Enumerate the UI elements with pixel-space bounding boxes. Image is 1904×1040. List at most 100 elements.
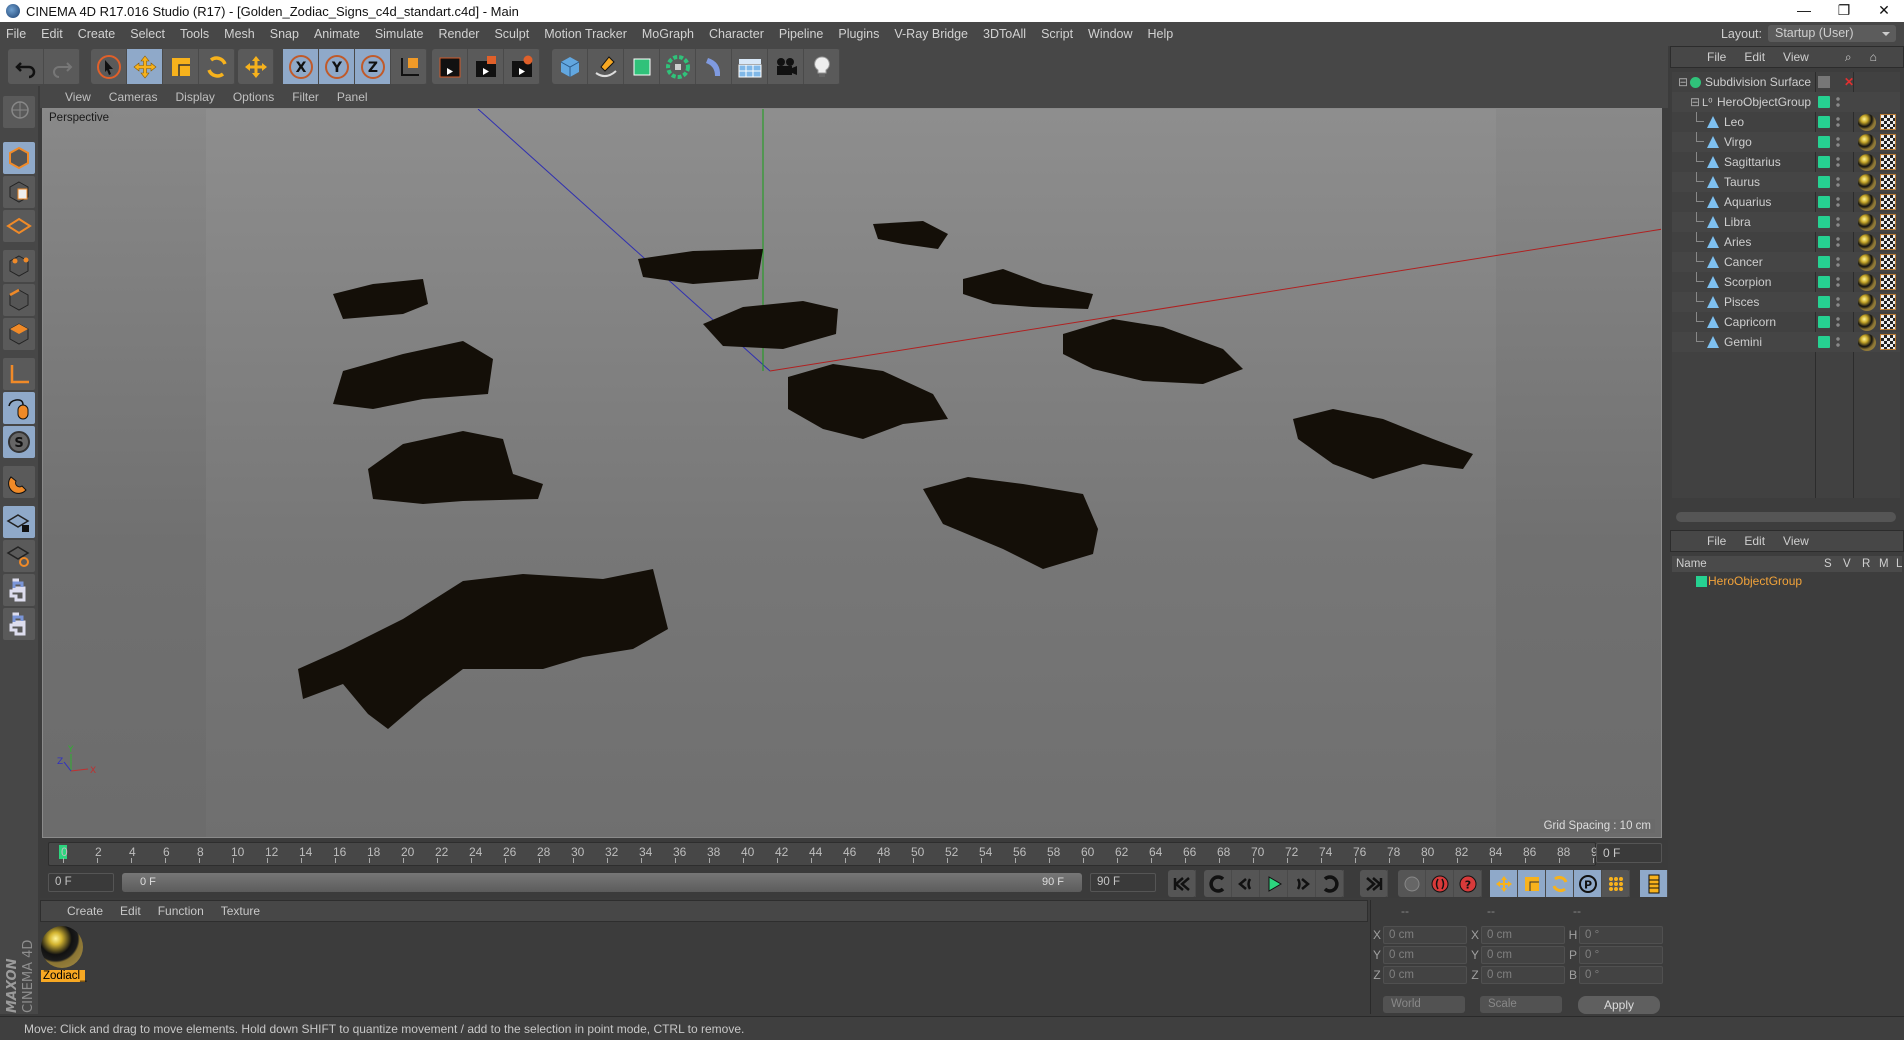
bend-deformer-button[interactable] xyxy=(696,49,732,84)
visibility-toggle[interactable] xyxy=(1818,116,1830,128)
viewport-menu-display[interactable]: Display xyxy=(175,90,214,104)
visibility-toggle[interactable] xyxy=(1818,96,1830,108)
tree-row-gemini[interactable]: Gemini xyxy=(1672,332,1900,352)
layer-color-swatch[interactable] xyxy=(1696,576,1707,587)
uvw-tag-icon[interactable] xyxy=(1880,294,1896,310)
end-frame-field[interactable]: 90 F xyxy=(1090,873,1156,892)
menu-create[interactable]: Create xyxy=(78,27,116,41)
menu-motion-tracker[interactable]: Motion Tracker xyxy=(544,27,627,41)
tree-row-heroobjectgroup[interactable]: ⊟ L⁰ HeroObjectGroup xyxy=(1672,92,1900,112)
undo-button[interactable] xyxy=(8,49,44,84)
uvw-tag-icon[interactable] xyxy=(1880,214,1896,230)
size-x-field[interactable]: 0 cm xyxy=(1481,926,1565,944)
texture-mode-button[interactable] xyxy=(3,176,35,208)
visibility-toggle[interactable] xyxy=(1818,216,1830,228)
material-tag-icon[interactable] xyxy=(1858,273,1876,291)
collapse-icon[interactable]: ⊟ xyxy=(1678,75,1688,89)
menu-animate[interactable]: Animate xyxy=(314,27,360,41)
material-menu-edit[interactable]: Edit xyxy=(120,904,141,918)
menu-simulate[interactable]: Simulate xyxy=(375,27,424,41)
workplane-lock-button[interactable] xyxy=(3,506,35,538)
tree-row-scorpion[interactable]: Scorpion xyxy=(1672,272,1900,292)
viewport-menu-filter[interactable]: Filter xyxy=(292,90,319,104)
cloner-button[interactable] xyxy=(660,49,696,84)
polygons-mode-button[interactable] xyxy=(3,318,35,350)
y-axis-lock-button[interactable]: Y xyxy=(319,49,355,84)
render-view-button[interactable] xyxy=(432,49,468,84)
menu-tools[interactable]: Tools xyxy=(180,27,209,41)
viewport-menu-cameras[interactable]: Cameras xyxy=(109,90,158,104)
restore-button[interactable]: ❐ xyxy=(1824,0,1864,22)
light-button[interactable] xyxy=(804,49,840,84)
col-v[interactable]: V xyxy=(1843,558,1851,570)
material-menu-texture[interactable]: Texture xyxy=(221,904,260,918)
menu-file[interactable]: File xyxy=(6,27,26,41)
uvw-tag-icon[interactable] xyxy=(1880,134,1896,150)
timeline-window-button[interactable] xyxy=(1640,870,1668,897)
material-tag-icon[interactable] xyxy=(1858,173,1876,191)
menu-render[interactable]: Render xyxy=(438,27,479,41)
tree-row-cancer[interactable]: Cancer xyxy=(1672,252,1900,272)
prev-keyframe-button[interactable] xyxy=(1204,870,1232,897)
menu-script[interactable]: Script xyxy=(1041,27,1073,41)
tree-row-aries[interactable]: Aries xyxy=(1672,232,1900,252)
render-settings-button[interactable] xyxy=(504,49,540,84)
edges-mode-button[interactable] xyxy=(3,284,35,316)
uvw-tag-icon[interactable] xyxy=(1880,194,1896,210)
material-tag-icon[interactable] xyxy=(1858,133,1876,151)
home-icon[interactable]: ⌂ xyxy=(1870,50,1877,64)
material-tag-icon[interactable] xyxy=(1858,293,1876,311)
render-dots[interactable] xyxy=(1836,156,1840,168)
menu-pipeline[interactable]: Pipeline xyxy=(779,27,823,41)
visibility-toggle[interactable] xyxy=(1818,336,1830,348)
key-rotation-button[interactable] xyxy=(1546,870,1574,897)
menu-edit[interactable]: Edit xyxy=(41,27,63,41)
python-script-button[interactable] xyxy=(3,574,35,606)
menu-mesh[interactable]: Mesh xyxy=(224,27,255,41)
size-z-field[interactable]: 0 cm xyxy=(1481,966,1565,984)
object-name[interactable]: Scorpion xyxy=(1724,275,1771,289)
col-name[interactable]: Name xyxy=(1676,558,1707,570)
render-dots[interactable] xyxy=(1836,96,1840,108)
camera-button[interactable] xyxy=(768,49,804,84)
visibility-toggle[interactable] xyxy=(1818,156,1830,168)
visibility-toggle[interactable] xyxy=(1818,316,1830,328)
render-dots[interactable] xyxy=(1836,256,1840,268)
record-keys-button[interactable] xyxy=(1398,870,1426,897)
tree-row-sagittarius[interactable]: Sagittarius xyxy=(1672,152,1900,172)
pos-z-field[interactable]: 0 cm xyxy=(1383,966,1467,984)
uvw-tag-icon[interactable] xyxy=(1880,154,1896,170)
tree-row-virgo[interactable]: Virgo xyxy=(1672,132,1900,152)
minimize-button[interactable]: — xyxy=(1784,0,1824,22)
goto-start-button[interactable] xyxy=(1168,870,1196,897)
material-tag-icon[interactable] xyxy=(1858,193,1876,211)
viewport-menu-panel[interactable]: Panel xyxy=(337,90,368,104)
next-frame-button[interactable] xyxy=(1288,870,1316,897)
3d-viewport[interactable]: Y X Z Perspective Grid Spacing : 10 cm xyxy=(42,108,1662,838)
material-tag-icon[interactable] xyxy=(1858,153,1876,171)
points-mode-button[interactable] xyxy=(3,250,35,282)
floor-button[interactable] xyxy=(732,49,768,84)
x-axis-lock-button[interactable]: X xyxy=(283,49,319,84)
object-menu-edit[interactable]: Edit xyxy=(1744,50,1765,64)
rot-h-field[interactable]: 0 ° xyxy=(1579,926,1663,944)
tweak-mode-button[interactable] xyxy=(3,392,35,424)
col-l[interactable]: L xyxy=(1896,558,1902,570)
redo-button[interactable] xyxy=(44,49,80,84)
menu-select[interactable]: Select xyxy=(130,27,165,41)
render-dots[interactable] xyxy=(1836,136,1840,148)
coordinate-mode-dropdown[interactable]: World xyxy=(1383,996,1465,1013)
object-name[interactable]: Capricorn xyxy=(1724,315,1776,329)
tree-row-taurus[interactable]: Taurus xyxy=(1672,172,1900,192)
render-picture-viewer-button[interactable] xyxy=(468,49,504,84)
object-name[interactable]: HeroObjectGroup xyxy=(1717,95,1811,109)
object-menu-view[interactable]: View xyxy=(1783,50,1809,64)
layer-name[interactable]: HeroObjectGroup xyxy=(1708,574,1802,588)
menu-help[interactable]: Help xyxy=(1148,27,1174,41)
apply-button[interactable]: Apply xyxy=(1578,996,1660,1014)
rotate-tool-button[interactable] xyxy=(199,49,235,84)
goto-end-button[interactable] xyxy=(1360,870,1388,897)
object-name[interactable]: Aries xyxy=(1724,235,1751,249)
menu-character[interactable]: Character xyxy=(709,27,764,41)
render-dots[interactable] xyxy=(1836,236,1840,248)
